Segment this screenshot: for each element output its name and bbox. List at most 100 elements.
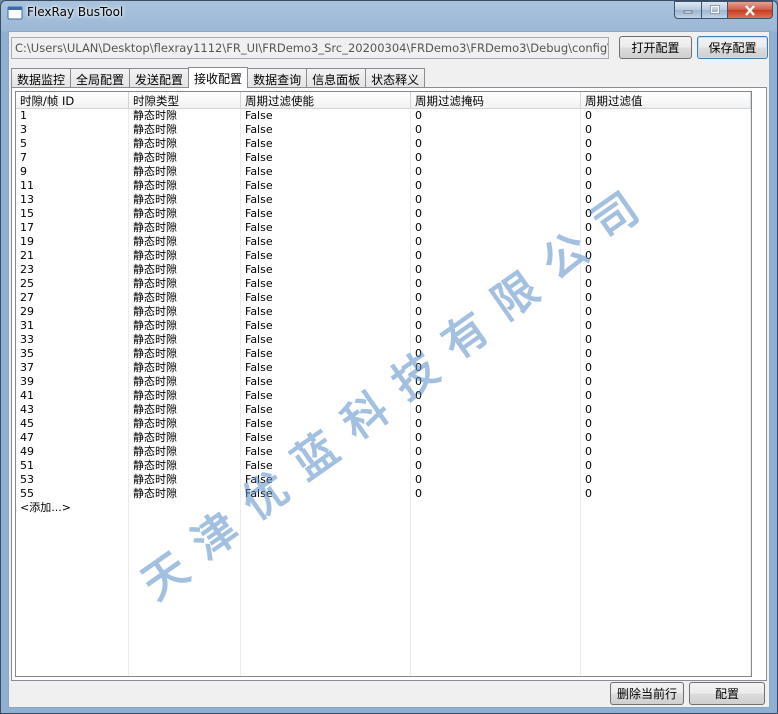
table-cell: 静态时隙 bbox=[129, 123, 241, 137]
table-cell: 0 bbox=[411, 417, 581, 431]
add-row-item[interactable]: <添加...> bbox=[16, 501, 751, 515]
table-row[interactable]: 49 静态时隙 False 0 0 bbox=[16, 445, 751, 459]
table-cell: 0 bbox=[411, 207, 581, 221]
table-cell: 0 bbox=[581, 249, 751, 263]
minimize-button[interactable] bbox=[674, 1, 701, 19]
table-cell: 静态时隙 bbox=[129, 263, 241, 277]
title-bar[interactable]: FlexRay BusTool bbox=[1, 1, 777, 25]
table-row[interactable]: 33 静态时隙 False 0 0 bbox=[16, 333, 751, 347]
table-row[interactable]: 11 静态时隙 False 0 0 bbox=[16, 179, 751, 193]
save-config-button[interactable]: 保存配置 bbox=[697, 36, 768, 59]
tab-info-panel[interactable]: 信息面板 bbox=[306, 68, 367, 87]
table-cell: 静态时隙 bbox=[129, 417, 241, 431]
table-row[interactable]: 5 静态时隙 False 0 0 bbox=[16, 137, 751, 151]
column-header-cycle-filter-mask[interactable]: 周期过滤掩码 bbox=[411, 92, 581, 109]
table-cell: False bbox=[241, 431, 411, 445]
table-cell: False bbox=[241, 361, 411, 375]
table-row[interactable]: 47 静态时隙 False 0 0 bbox=[16, 431, 751, 445]
column-header-cycle-filter-value[interactable]: 周期过滤值 bbox=[581, 92, 751, 109]
table-row[interactable]: 1 静态时隙 False 0 0 bbox=[16, 109, 751, 123]
table-cell: 0 bbox=[411, 319, 581, 333]
table-cell: 0 bbox=[411, 347, 581, 361]
table-cell: 静态时隙 bbox=[129, 109, 241, 123]
table-cell: False bbox=[241, 235, 411, 249]
tab-send-config[interactable]: 发送配置 bbox=[129, 68, 190, 87]
table-cell: False bbox=[241, 263, 411, 277]
receive-config-panel: 时隙/帧 ID 时隙类型 周期过滤使能 周期过滤掩码 周期过滤值 1 静态时隙 Fa… bbox=[11, 87, 767, 681]
table-cell: False bbox=[241, 487, 411, 501]
table-cell: 21 bbox=[16, 249, 129, 263]
table-row[interactable]: 41 静态时隙 False 0 0 bbox=[16, 389, 751, 403]
table-row[interactable]: 19 静态时隙 False 0 0 bbox=[16, 235, 751, 249]
column-header-cycle-filter-enable[interactable]: 周期过滤使能 bbox=[241, 92, 411, 109]
receive-slot-list[interactable]: 时隙/帧 ID 时隙类型 周期过滤使能 周期过滤掩码 周期过滤值 1 静态时隙 Fa… bbox=[15, 91, 752, 677]
table-row[interactable]: 17 静态时隙 False 0 0 bbox=[16, 221, 751, 235]
delete-row-button[interactable]: 删除当前行 bbox=[610, 682, 684, 705]
table-row[interactable]: 53 静态时隙 False 0 0 bbox=[16, 473, 751, 487]
table-cell: 0 bbox=[411, 431, 581, 445]
table-cell: 静态时隙 bbox=[129, 235, 241, 249]
table-cell: 0 bbox=[581, 459, 751, 473]
table-row[interactable]: 21 静态时隙 False 0 0 bbox=[16, 249, 751, 263]
table-row[interactable]: 55 静态时隙 False 0 0 bbox=[16, 487, 751, 501]
table-row[interactable]: 43 静态时隙 False 0 0 bbox=[16, 403, 751, 417]
table-cell: 静态时隙 bbox=[129, 319, 241, 333]
table-cell: 静态时隙 bbox=[129, 375, 241, 389]
table-cell: 静态时隙 bbox=[129, 473, 241, 487]
table-cell: 0 bbox=[581, 403, 751, 417]
tab-receive-config[interactable]: 接收配置 bbox=[188, 67, 249, 88]
table-cell: 0 bbox=[411, 277, 581, 291]
table-row[interactable]: 37 静态时隙 False 0 0 bbox=[16, 361, 751, 375]
table-row[interactable]: 23 静态时隙 False 0 0 bbox=[16, 263, 751, 277]
column-header-slot-id[interactable]: 时隙/帧 ID bbox=[16, 92, 129, 109]
table-row[interactable]: 39 静态时隙 False 0 0 bbox=[16, 375, 751, 389]
table-cell: 静态时隙 bbox=[129, 165, 241, 179]
table-cell: False bbox=[241, 249, 411, 263]
tab-global-config[interactable]: 全局配置 bbox=[70, 68, 131, 87]
table-row[interactable]: 35 静态时隙 False 0 0 bbox=[16, 347, 751, 361]
window-title: FlexRay BusTool bbox=[27, 5, 124, 19]
table-cell: 0 bbox=[411, 305, 581, 319]
table-row[interactable]: 29 静态时隙 False 0 0 bbox=[16, 305, 751, 319]
config-path-field[interactable]: C:\Users\ULAN\Desktop\flexray1112\FR_UI\… bbox=[11, 37, 609, 59]
table-row[interactable]: 45 静态时隙 False 0 0 bbox=[16, 417, 751, 431]
table-cell: False bbox=[241, 207, 411, 221]
table-cell: 静态时隙 bbox=[129, 389, 241, 403]
table-cell: 静态时隙 bbox=[129, 249, 241, 263]
table-cell: 0 bbox=[581, 417, 751, 431]
table-row[interactable]: 9 静态时隙 False 0 0 bbox=[16, 165, 751, 179]
table-cell: 0 bbox=[411, 249, 581, 263]
maximize-button[interactable] bbox=[701, 1, 727, 19]
close-button[interactable] bbox=[727, 1, 773, 19]
table-cell: 0 bbox=[581, 473, 751, 487]
table-cell: 静态时隙 bbox=[129, 347, 241, 361]
table-cell: 0 bbox=[581, 291, 751, 305]
table-row[interactable]: 13 静态时隙 False 0 0 bbox=[16, 193, 751, 207]
table-row[interactable]: 27 静态时隙 False 0 0 bbox=[16, 291, 751, 305]
column-header-slot-type[interactable]: 时隙类型 bbox=[129, 92, 241, 109]
tab-status-legend[interactable]: 状态释义 bbox=[365, 68, 426, 87]
app-window: FlexRay BusTool C:\Users\ULAN\Desktop\fl… bbox=[0, 0, 778, 714]
table-cell: False bbox=[241, 333, 411, 347]
tab-data-query[interactable]: 数据查询 bbox=[247, 68, 308, 87]
table-cell: 静态时隙 bbox=[129, 361, 241, 375]
table-row[interactable]: 25 静态时隙 False 0 0 bbox=[16, 277, 751, 291]
table-cell: False bbox=[241, 221, 411, 235]
table-row[interactable]: 31 静态时隙 False 0 0 bbox=[16, 319, 751, 333]
table-cell: 0 bbox=[411, 459, 581, 473]
table-cell: 0 bbox=[581, 137, 751, 151]
open-config-button[interactable]: 打开配置 bbox=[619, 36, 692, 59]
table-cell: 0 bbox=[411, 221, 581, 235]
config-button[interactable]: 配置 bbox=[689, 682, 765, 705]
table-row[interactable]: 15 静态时隙 False 0 0 bbox=[16, 207, 751, 221]
table-row[interactable]: 3 静态时隙 False 0 0 bbox=[16, 123, 751, 137]
table-cell: 0 bbox=[581, 179, 751, 193]
tab-data-monitor[interactable]: 数据监控 bbox=[11, 68, 72, 87]
table-cell: 0 bbox=[411, 109, 581, 123]
table-row[interactable]: 7 静态时隙 False 0 0 bbox=[16, 151, 751, 165]
table-cell: 45 bbox=[16, 417, 129, 431]
table-cell: 0 bbox=[411, 445, 581, 459]
table-row[interactable]: 51 静态时隙 False 0 0 bbox=[16, 459, 751, 473]
table-cell: 0 bbox=[581, 445, 751, 459]
table-cell: False bbox=[241, 389, 411, 403]
